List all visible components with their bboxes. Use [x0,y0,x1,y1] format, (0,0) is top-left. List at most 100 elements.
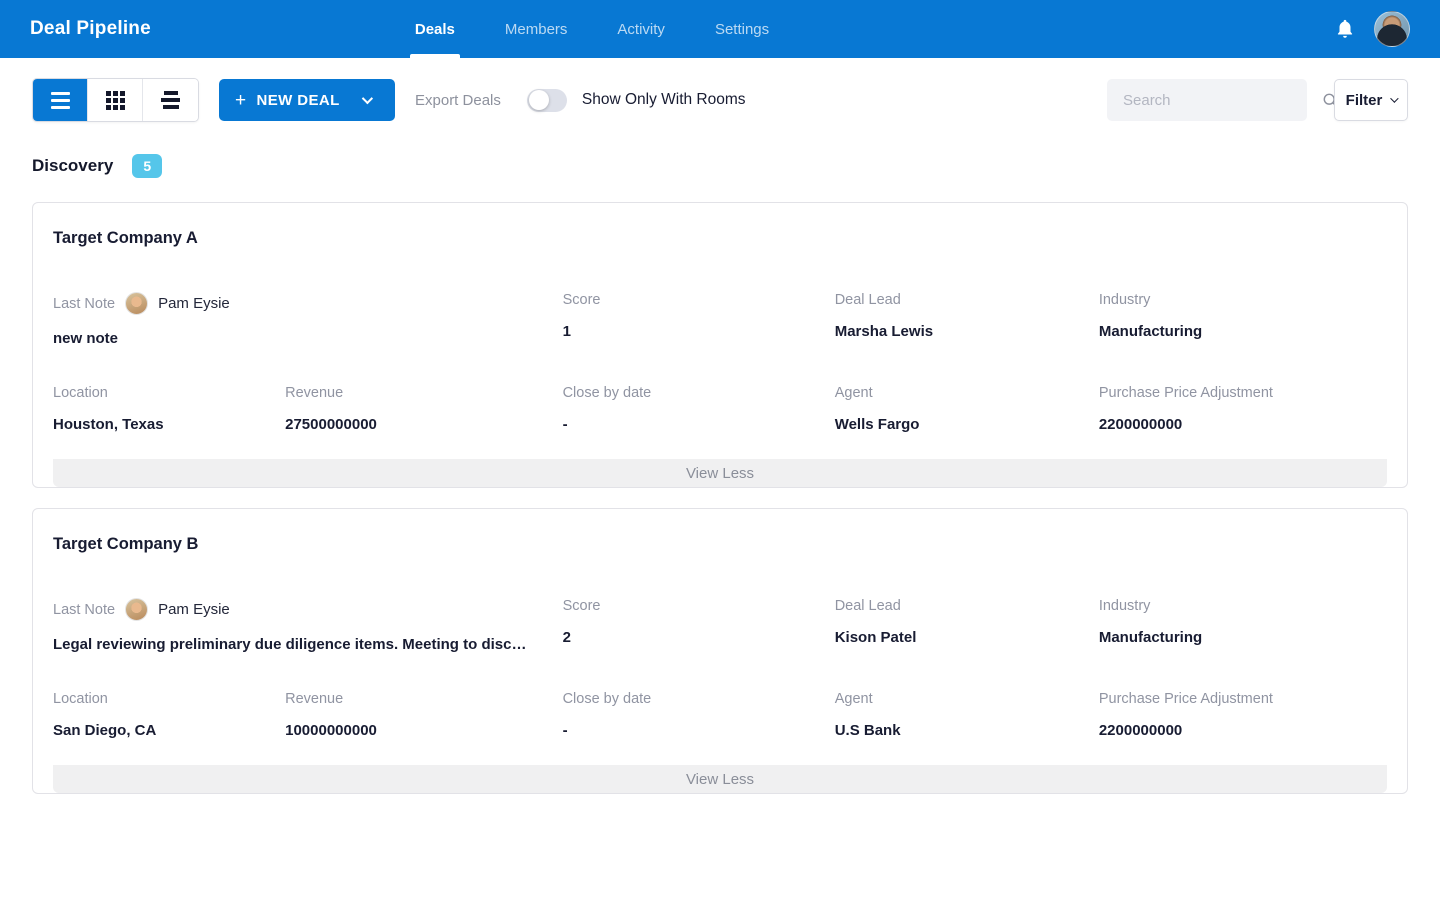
field-score: Score 1 [563,292,835,347]
field-close-by-date: Close by date - [563,691,835,739]
deal-lead-label: Deal Lead [835,292,1099,308]
field-agent: Agent U.S Bank [835,691,1099,739]
compact-view-button[interactable] [143,79,198,121]
fields-grid: Last Note Pam Eysie Legal reviewing prel… [53,598,1387,739]
field-last-note: Last Note Pam Eysie Legal reviewing prel… [53,598,563,653]
author-name: Pam Eysie [158,601,230,618]
deal-lead-label: Deal Lead [835,598,1099,614]
show-only-with-rooms-toggle[interactable]: Show Only With Rooms [527,89,746,112]
industry-value: Manufacturing [1099,323,1387,340]
tab-deals[interactable]: Deals [413,0,457,58]
tab-activity-label: Activity [617,21,665,38]
field-purchase-price-adjustment: Purchase Price Adjustment 2200000000 [1099,691,1387,739]
score-label: Score [563,292,835,308]
ppa-value: 2200000000 [1099,416,1387,433]
last-note-value: Legal reviewing preliminary due diligenc… [53,636,545,653]
search-box [1107,79,1307,121]
app-title: Deal Pipeline [30,18,151,40]
field-last-note: Last Note Pam Eysie new note [53,292,563,347]
deal-title: Target Company A [53,229,1387,248]
new-deal-label: NEW DEAL [257,92,340,109]
fields-grid: Last Note Pam Eysie new note Score 1 Dea… [53,292,1387,433]
toolbar: + NEW DEAL Export Deals Show Only With R… [0,58,1440,122]
rooms-toggle-label: Show Only With Rooms [582,91,746,109]
field-revenue: Revenue 27500000000 [285,385,562,433]
author-name: Pam Eysie [158,295,230,312]
field-deal-lead: Deal Lead Kison Patel [835,598,1099,653]
toggle-knob [529,90,549,110]
close-by-date-value: - [563,722,835,739]
agent-value: U.S Bank [835,722,1099,739]
notification-bell-icon[interactable] [1334,18,1356,40]
deal-lead-value: Kison Patel [835,629,1099,646]
location-value: Houston, Texas [53,416,285,433]
last-note-label: Last Note [53,296,115,312]
user-avatar[interactable] [1374,11,1410,47]
field-agent: Agent Wells Fargo [835,385,1099,433]
last-note-label: Last Note [53,602,115,618]
score-value: 1 [563,323,835,340]
view-less-button[interactable]: View Less [53,765,1387,793]
close-by-date-value: - [563,416,835,433]
list-view-button[interactable] [33,79,88,121]
appbar-right [1334,11,1410,47]
export-deals-link[interactable]: Export Deals [415,92,501,109]
field-close-by-date: Close by date - [563,385,835,433]
deal-list: Target Company A Last Note Pam Eysie new… [0,178,1440,794]
field-industry: Industry Manufacturing [1099,292,1387,347]
tab-members-label: Members [505,21,568,38]
location-value: San Diego, CA [53,722,285,739]
filter-button[interactable]: Filter [1334,79,1408,121]
tab-activity[interactable]: Activity [615,0,667,58]
revenue-value: 10000000000 [285,722,562,739]
ppa-value: 2200000000 [1099,722,1387,739]
agent-label: Agent [835,385,1099,401]
tab-members[interactable]: Members [503,0,570,58]
score-value: 2 [563,629,835,646]
score-label: Score [563,598,835,614]
field-location: Location San Diego, CA [53,691,285,739]
plus-icon: + [235,91,247,110]
last-note-value: new note [53,330,545,347]
location-label: Location [53,385,285,401]
deal-card[interactable]: Target Company A Last Note Pam Eysie new… [32,202,1408,488]
author-avatar [125,598,148,621]
list-view-icon [51,92,70,109]
industry-label: Industry [1099,598,1387,614]
toggle-track[interactable] [527,89,567,112]
field-industry: Industry Manufacturing [1099,598,1387,653]
ppa-label: Purchase Price Adjustment [1099,691,1387,707]
chevron-down-icon [1391,94,1399,102]
revenue-label: Revenue [285,691,562,707]
main-nav: Deals Members Activity Settings [413,0,817,58]
tab-settings[interactable]: Settings [713,0,771,58]
tab-settings-label: Settings [715,21,769,38]
grid-view-icon [106,91,125,110]
filter-label: Filter [1346,92,1383,109]
revenue-label: Revenue [285,385,562,401]
field-location: Location Houston, Texas [53,385,285,433]
card-body: Target Company B Last Note Pam Eysie Leg… [33,509,1407,793]
industry-label: Industry [1099,292,1387,308]
deal-card[interactable]: Target Company B Last Note Pam Eysie Leg… [32,508,1408,794]
deal-title: Target Company B [53,535,1387,554]
view-mode-switcher [32,78,199,122]
stage-title: Discovery [32,156,113,176]
field-revenue: Revenue 10000000000 [285,691,562,739]
close-by-date-label: Close by date [563,385,835,401]
view-less-button[interactable]: View Less [53,459,1387,487]
chevron-down-icon[interactable] [361,93,372,104]
new-deal-button[interactable]: + NEW DEAL [219,79,395,121]
search-input[interactable] [1123,92,1322,109]
revenue-value: 27500000000 [285,416,562,433]
active-tab-underline [410,54,460,58]
grid-view-button[interactable] [88,79,143,121]
stage-count-badge: 5 [132,154,162,178]
stage-header: Discovery 5 [0,122,1440,178]
app-bar: Deal Pipeline Deals Members Activity Set… [0,0,1440,58]
field-deal-lead: Deal Lead Marsha Lewis [835,292,1099,347]
agent-label: Agent [835,691,1099,707]
industry-value: Manufacturing [1099,629,1387,646]
tab-deals-label: Deals [415,21,455,38]
author-avatar [125,292,148,315]
